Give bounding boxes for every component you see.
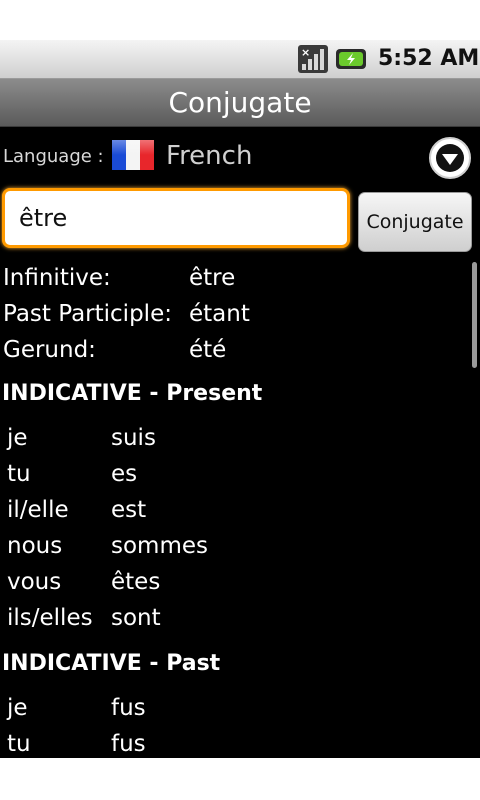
conjugation-row: nous sommes — [7, 528, 467, 564]
pronoun: tu — [7, 461, 31, 487]
pronoun: il/elle — [7, 497, 69, 523]
verb-form-label: Gerund: — [3, 337, 96, 363]
verb-form: es — [111, 461, 138, 487]
app-screen: × 5:52 AM Conjugate Language : French êt… — [0, 40, 480, 758]
verb-form-value: été — [189, 337, 227, 363]
verb-form: fus — [111, 695, 146, 721]
chevron-down-circle-icon[interactable] — [428, 136, 472, 180]
verb-input-value: être — [19, 204, 68, 232]
verb-form: suis — [111, 425, 156, 451]
french-flag-icon — [112, 140, 154, 170]
conjugate-button[interactable]: Conjugate — [358, 192, 472, 252]
conjugation-row: je suis — [7, 420, 467, 456]
verb-form-label: Past Participle: — [3, 301, 172, 327]
verb-input[interactable]: être — [2, 188, 350, 248]
language-label: Language : — [3, 146, 104, 167]
verb-form: êtes — [111, 569, 161, 595]
verb-form-row: Infinitive: être — [3, 260, 463, 296]
pronoun: ils/elles — [7, 605, 93, 631]
pronoun: je — [7, 425, 28, 451]
conjugation-row: tu es — [7, 456, 467, 492]
conjugation-row: ils/elles sont — [7, 600, 467, 636]
section-heading: INDICATIVE - Past — [2, 651, 221, 676]
conjugation-content: Infinitive: être Past Participle: étant … — [0, 258, 472, 758]
status-time: 5:52 AM — [378, 46, 480, 71]
status-bar: × 5:52 AM — [0, 40, 480, 79]
verb-form: fus — [111, 731, 146, 757]
conjugation-row: il/elle est — [7, 492, 467, 528]
section-heading: INDICATIVE - Present — [2, 381, 263, 406]
conjugation-row: tu fus — [7, 726, 467, 758]
pronoun: tu — [7, 731, 31, 757]
verb-form-value: être — [189, 265, 236, 291]
pronoun: nous — [7, 533, 63, 559]
verb-form: sont — [111, 605, 161, 631]
verb-form-row: Gerund: été — [3, 332, 463, 368]
svg-text:×: × — [301, 46, 310, 59]
conjugation-row: je fus — [7, 690, 467, 726]
pronoun: vous — [7, 569, 62, 595]
verb-form-label: Infinitive: — [3, 265, 111, 291]
verb-form-row: Past Participle: étant — [3, 296, 463, 332]
scrollbar[interactable] — [472, 262, 477, 368]
language-value[interactable]: French — [166, 141, 252, 171]
verb-form: sommes — [111, 533, 208, 559]
signal-icon: × — [298, 45, 328, 73]
verb-form-value: étant — [189, 301, 250, 327]
conjugation-row: vous êtes — [7, 564, 467, 600]
pronoun: je — [7, 695, 28, 721]
verb-form: est — [111, 497, 147, 523]
title-bar: Conjugate — [0, 79, 480, 127]
page-title: Conjugate — [168, 86, 312, 119]
battery-charging-icon — [336, 49, 366, 69]
